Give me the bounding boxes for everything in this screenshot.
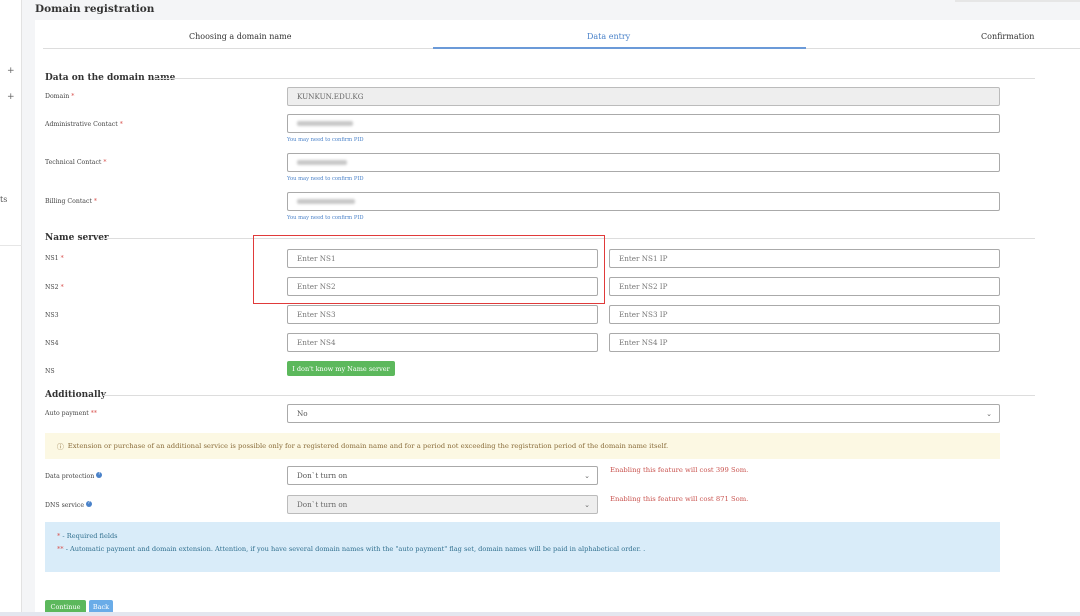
warning-text: Extension or purchase of an additional s…	[67, 442, 669, 450]
info-notes: * - Required fields ** - Automatic payme…	[45, 522, 1000, 572]
ns1-ip-input[interactable]: Enter NS1 IP	[609, 249, 1000, 268]
warning-alert: ⓘ Extension or purchase of an additional …	[45, 433, 1000, 459]
registration-card: Choosing a domain name Data entry Confir…	[35, 20, 1080, 614]
ns1-label: NS1 *	[45, 255, 64, 262]
tech-contact-label: Technical Contact *	[45, 159, 107, 166]
top-right-bar	[955, 0, 1080, 2]
section-divider	[155, 78, 1035, 79]
admin-pid-help[interactable]: You may need to confirm PID	[287, 137, 364, 143]
dns-service-value: Don`t turn on	[297, 500, 348, 509]
tech-contact-input[interactable]	[287, 153, 1000, 172]
auto-payment-note: ** - Automatic payment and domain extens…	[57, 545, 646, 553]
data-protection-label: Data protection ?	[45, 472, 103, 481]
expand-plus-icon[interactable]: +	[7, 66, 15, 76]
billing-contact-label: Billing Contact *	[45, 198, 98, 205]
info-circle-icon: ⓘ	[57, 443, 64, 451]
page-title: Domain registration	[35, 3, 155, 15]
ns3-input[interactable]: Enter NS3	[287, 305, 598, 324]
required-note: * - Required fields	[57, 532, 118, 540]
section-divider	[103, 395, 1035, 396]
ns3-label: NS3	[45, 312, 59, 319]
ns3-ip-input[interactable]: Enter NS3 IP	[609, 305, 1000, 324]
step-confirmation[interactable]: Confirmation	[981, 32, 1034, 41]
step-choosing-domain[interactable]: Choosing a domain name	[189, 32, 292, 41]
dns-service-select[interactable]: Don`t turn on ⌄	[287, 495, 598, 514]
sidebar-text-fragment: ts	[0, 195, 8, 204]
section-title-additionally: Additionally	[45, 390, 107, 400]
data-protection-select[interactable]: Don`t turn on ⌄	[287, 466, 598, 485]
ns4-ip-input[interactable]: Enter NS4 IP	[609, 333, 1000, 352]
billing-pid-help[interactable]: You may need to confirm PID	[287, 215, 364, 221]
auto-payment-value: No	[297, 409, 308, 418]
sidebar: + + ts	[0, 0, 22, 616]
redacted-value	[297, 199, 355, 204]
expand-plus-icon[interactable]: +	[7, 92, 15, 102]
section-title-name-server: Name server	[45, 233, 109, 243]
data-protection-value: Don`t turn on	[297, 471, 348, 480]
dns-service-label: DNS service ?	[45, 501, 92, 510]
step-data-entry[interactable]: Data entry	[587, 32, 630, 41]
billing-contact-input[interactable]	[287, 192, 1000, 211]
ns4-label: NS4	[45, 340, 59, 347]
chevron-down-icon: ⌄	[584, 500, 590, 509]
active-step-indicator	[433, 47, 806, 49]
auto-payment-label: Auto payment **	[45, 410, 97, 417]
dns-service-cost: Enabling this feature will cost 871 Som.	[610, 495, 749, 503]
auto-payment-select[interactable]: No ⌄	[287, 404, 1000, 423]
ns-label: NS	[45, 368, 55, 375]
admin-contact-label: Administrative Contact *	[45, 121, 123, 128]
domain-label: Domain *	[45, 93, 75, 100]
chevron-down-icon: ⌄	[584, 471, 590, 480]
ns2-ip-input[interactable]: Enter NS2 IP	[609, 277, 1000, 296]
redacted-value	[297, 160, 347, 165]
tech-pid-help[interactable]: You may need to confirm PID	[287, 176, 364, 182]
chevron-down-icon: ⌄	[986, 409, 992, 418]
help-question-icon[interactable]: ?	[85, 501, 92, 507]
bottom-border	[0, 612, 1080, 616]
domain-input: KUNKUN.EDU.KG	[287, 87, 1000, 106]
admin-contact-input[interactable]	[287, 114, 1000, 133]
help-question-icon[interactable]: ?	[96, 472, 103, 478]
ns-highlight-box	[253, 235, 605, 304]
ns4-input[interactable]: Enter NS4	[287, 333, 598, 352]
sidebar-divider	[0, 245, 22, 246]
data-protection-cost: Enabling this feature will cost 399 Som.	[610, 466, 749, 474]
redacted-value	[297, 121, 353, 126]
dont-know-ns-button[interactable]: I don't know my Name server	[287, 361, 395, 376]
ns2-label: NS2 *	[45, 284, 64, 291]
